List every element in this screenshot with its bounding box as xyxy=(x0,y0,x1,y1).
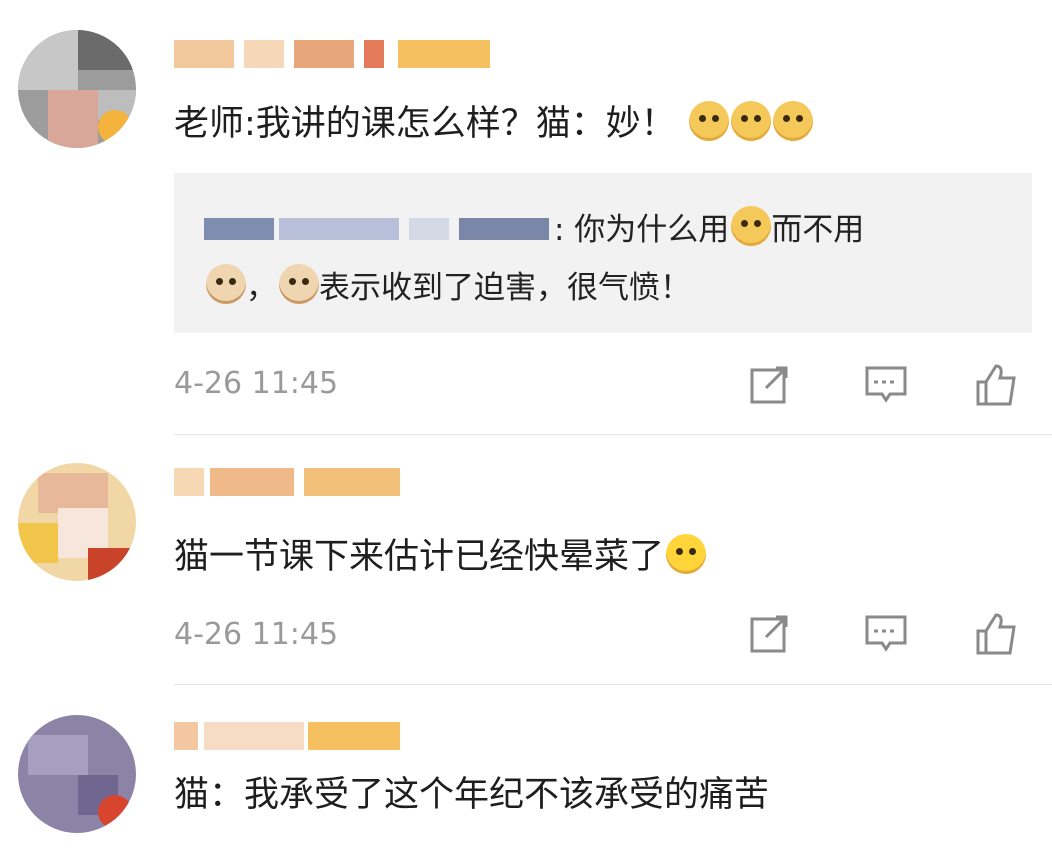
cat-emoji-icon xyxy=(206,264,246,304)
timestamp: 4-26 11:45 xyxy=(174,366,339,401)
vip-badge-icon xyxy=(98,110,132,144)
comment-body: 老师:我讲的课怎么样？猫：妙！ xyxy=(174,104,676,144)
comment-item: 猫一节课下来估计已经快晕菜了 4-26 11:45 xyxy=(0,435,1052,685)
laugh-cry-emoji-icon xyxy=(666,534,707,574)
vip-badge-icon xyxy=(98,795,132,829)
reply-text: 表示收到了迫害，很气愤！ xyxy=(319,270,691,306)
like-icon[interactable] xyxy=(974,362,1018,406)
repost-icon[interactable] xyxy=(748,362,792,406)
timestamp: 4-26 11:45 xyxy=(174,617,339,652)
comment-icon[interactable] xyxy=(864,362,908,406)
avatar[interactable] xyxy=(18,715,136,833)
reply-text: : 你为什么用 xyxy=(554,212,730,248)
reply-username-masked[interactable] xyxy=(204,214,554,244)
comment-icon[interactable] xyxy=(864,611,908,655)
username-masked[interactable] xyxy=(174,468,404,498)
comment-item: 老师:我讲的课怎么样？猫：妙！ : 你为什么用 而不用 ， 表示收到了迫害，很气愤！… xyxy=(0,0,1052,435)
comment-text: 老师:我讲的课怎么样？猫：妙！ xyxy=(174,100,813,148)
doge-emoji-icon xyxy=(731,206,772,246)
comment-item: 猫：我承受了这个年纪不该承受的痛苦 xyxy=(0,685,1052,867)
username-masked[interactable] xyxy=(174,40,494,70)
doge-emoji-icon xyxy=(772,101,813,141)
doge-emoji-icon xyxy=(730,101,771,141)
reply-text: ， xyxy=(246,270,277,306)
cat-emoji-icon xyxy=(279,264,319,304)
comment-body: 猫：我承受了这个年纪不该承受的痛苦 xyxy=(174,775,770,815)
avatar[interactable] xyxy=(18,463,136,581)
comment-body: 猫一节课下来估计已经快晕菜了 xyxy=(174,537,665,577)
reply-box[interactable]: : 你为什么用 而不用 ， 表示收到了迫害，很气愤！ xyxy=(174,173,1032,333)
username-masked[interactable] xyxy=(174,722,404,752)
like-icon[interactable] xyxy=(974,611,1018,655)
repost-icon[interactable] xyxy=(748,611,792,655)
reply-text: 而不用 xyxy=(771,212,865,248)
comment-text: 猫：我承受了这个年纪不该承受的痛苦 xyxy=(174,771,769,819)
avatar[interactable] xyxy=(18,30,136,148)
doge-emoji-icon xyxy=(688,101,729,141)
comment-text: 猫一节课下来估计已经快晕菜了 xyxy=(174,533,707,581)
